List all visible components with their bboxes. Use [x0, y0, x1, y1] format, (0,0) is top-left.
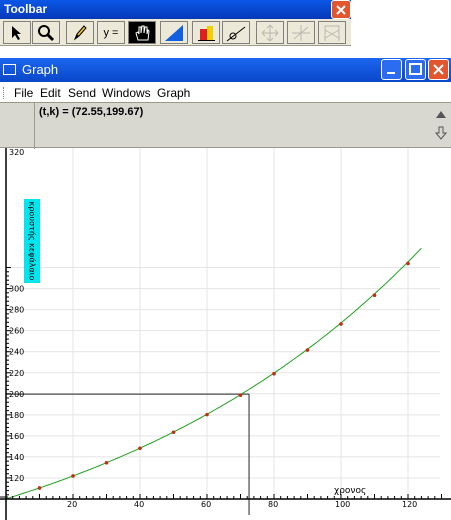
menu-edit[interactable]: Edit	[40, 86, 61, 100]
data-point	[37, 486, 42, 490]
hand-icon	[135, 25, 150, 40]
guide-lines	[6, 393, 250, 515]
scroll-down-icon[interactable]	[435, 126, 447, 140]
menu-send[interactable]: Send	[68, 86, 96, 100]
status-divider	[34, 103, 35, 149]
data-point	[238, 393, 243, 397]
coordinate-readout: (t,k) = (72.55,199.67)	[39, 106, 144, 118]
data-point	[205, 412, 209, 417]
toolbar: y =	[0, 19, 351, 46]
coordinate-status-area: (t,k) = (72.55,199.67)	[0, 102, 451, 149]
move-tool-button[interactable]	[256, 21, 284, 44]
tangent-tool-button[interactable]	[222, 21, 250, 44]
arrow-pointer-icon	[12, 25, 21, 40]
function-tool-button[interactable]: y =	[97, 21, 125, 44]
slope-triangle-icon	[165, 24, 183, 41]
y-tick-label: 160	[9, 432, 24, 441]
toolbar-title: Toolbar	[4, 2, 48, 16]
y-tick-label: 260	[9, 327, 24, 336]
x-tick-label: 100	[335, 500, 350, 509]
y-tick-label: 140	[9, 453, 24, 462]
y-axis-label-text: κρουστής κεφάλαιο	[27, 201, 37, 281]
data-points	[37, 261, 410, 490]
x-tick-label: 60	[201, 500, 211, 509]
close-button[interactable]	[428, 59, 449, 80]
grid-lines	[6, 148, 440, 499]
pencil-icon	[73, 24, 87, 40]
y-tick-label: 240	[9, 348, 24, 357]
y-tick-label: 200	[9, 390, 24, 399]
data-point	[339, 322, 343, 326]
area-color-tool-button[interactable]	[192, 21, 220, 44]
window-icon	[3, 64, 16, 75]
magnifier-icon	[38, 24, 55, 41]
area-hatch-icon	[324, 25, 340, 41]
integral-tool-button[interactable]	[318, 21, 346, 44]
y-tick-label: 300	[9, 285, 24, 294]
maximize-icon	[409, 63, 422, 75]
graph-window-title: Graph	[22, 62, 59, 77]
crosshair-tool-button[interactable]	[287, 21, 315, 44]
minimize-icon	[387, 72, 395, 74]
data-point	[171, 430, 176, 435]
maximize-button[interactable]	[405, 59, 426, 80]
x-tick-label: 20	[67, 500, 77, 509]
menu-grip	[3, 87, 6, 99]
menu-windows[interactable]: Windows	[102, 86, 151, 100]
close-icon	[336, 5, 346, 15]
data-point	[305, 348, 310, 352]
y-tick-label-top: 320	[9, 148, 24, 157]
pointer-tool-button[interactable]	[3, 21, 31, 44]
y-axis-label: κρουστής κεφάλαιο	[24, 199, 40, 283]
data-point	[272, 371, 276, 376]
crosshair-icon	[292, 24, 310, 41]
y-equals-icon: y =	[103, 26, 119, 39]
menu-file[interactable]: File	[14, 86, 33, 100]
y-tick-label: 180	[9, 411, 24, 420]
data-curve	[5, 247, 422, 500]
x-axis-label: χρονος	[334, 486, 366, 496]
axes	[0, 148, 451, 520]
toolbar-title-bar[interactable]: Toolbar	[0, 0, 351, 19]
menu-bar: File Edit Send Windows Graph	[0, 84, 451, 102]
slope-tool-button[interactable]	[160, 21, 188, 44]
data-point	[71, 474, 75, 478]
hand-tool-button[interactable]	[128, 21, 156, 44]
y-tick-label: 120	[9, 474, 24, 483]
bar-color-icon	[198, 25, 215, 41]
toolbar-close-button[interactable]	[331, 0, 351, 19]
x-tick-label: 120	[402, 500, 417, 509]
minimize-button[interactable]	[381, 59, 402, 80]
tangent-line-icon	[226, 26, 246, 41]
zoom-tool-button[interactable]	[32, 21, 60, 44]
scroll-up-icon[interactable]	[435, 109, 447, 121]
x-tick-label: 80	[268, 500, 278, 509]
move-cross-icon	[261, 24, 279, 41]
graph-window-title-bar[interactable]: Graph	[0, 58, 451, 82]
data-point	[138, 446, 142, 451]
y-tick-label: 280	[9, 306, 24, 315]
data-point	[372, 293, 377, 298]
graph-plot-area[interactable]: 20 40 60 80 100 120 120 140 160 180 200 220 240 260 28…	[0, 148, 451, 520]
data-point	[406, 261, 410, 266]
y-tick-label: 220	[9, 369, 24, 378]
close-icon	[433, 64, 444, 75]
data-point	[104, 461, 109, 465]
x-tick-label: 40	[134, 500, 144, 509]
menu-graph[interactable]: Graph	[157, 86, 190, 100]
draw-tool-button[interactable]	[66, 21, 94, 44]
tick-labels: 20 40 60 80 100 120 120 140 160 180 200 220 240 260 28…	[9, 148, 417, 509]
